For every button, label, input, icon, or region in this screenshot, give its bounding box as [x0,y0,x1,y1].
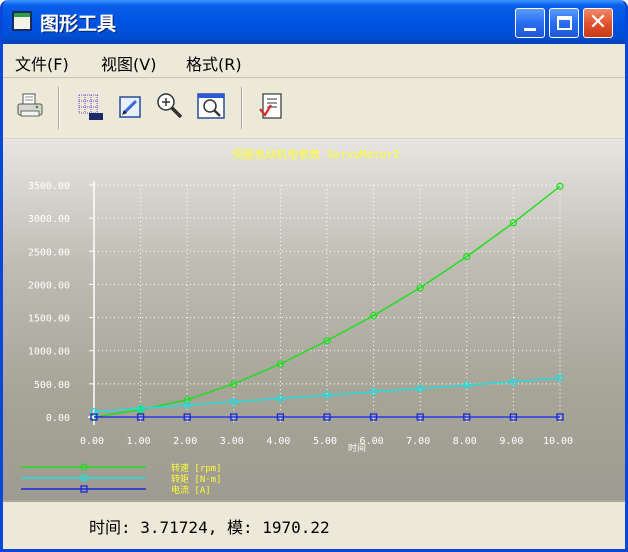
x-tick-label: 7.00 [406,436,430,447]
zoom-window-button[interactable] [196,91,226,123]
x-tick-label: 10.00 [543,436,573,447]
y-tick-label: 1000.00 [28,347,70,358]
window-title: 图形工具 [40,13,117,35]
x-tick-label: 1.00 [127,436,151,447]
chart-area[interactable]: 0.00 1.00 2.00 3.00 4.00 5.00 6.00 7.00 8.00 9.00… [3,140,625,500]
y-tick-label: 3000.00 [28,214,70,225]
x-axis-label: 时间 [348,442,366,454]
y-tick-label: 2500.00 [28,247,70,258]
status-bar: 时间: 3.71724, 模: 1970.22 [3,500,625,549]
minimize-icon [524,28,536,31]
menu-view[interactable]: 视图(V) [101,51,156,75]
x-tick-label: 8.00 [453,436,477,447]
y-tick-label: 500.00 [34,380,70,391]
y-tick-label: 3500.00 [28,181,70,192]
legend-label: 转矩 [N·m] [171,473,222,485]
x-tick-label: 5.00 [313,436,337,447]
toolbar-separator [58,87,60,129]
toolbar-separator [241,87,243,129]
grid-button[interactable] [75,91,105,123]
app-icon [12,11,32,31]
status-text: 时间: 3.71724, 模: 1970.22 [89,518,330,537]
menu-format[interactable]: 格式(R) [186,51,242,75]
x-tick-label: 4.00 [266,436,290,447]
legend-label: 电流 [A] [171,484,211,496]
x-tick-label: 2.00 [173,436,197,447]
graph-tool-window: 图形工具 ✕ 文件(F) 视图(V) 格式(R) 0.00 1.00 2.00 … [0,0,628,552]
x-tick-label: 9.00 [499,436,523,447]
y-tick-label: 1500.00 [28,314,70,325]
grid-icon [78,94,103,120]
edit-button[interactable] [116,91,146,123]
y-tick-label: 0.00 [46,413,70,424]
series-line-1 [93,377,561,413]
magnifier-plus-icon [157,93,183,119]
magnifier-window-icon [197,93,225,119]
document-check-icon [259,93,282,119]
menu-bar: 文件(F) 视图(V) 格式(R) [3,44,625,78]
printer-icon [17,93,43,117]
line-chart: 0.00 1.00 2.00 3.00 4.00 5.00 6.00 7.00 8.00 9.00… [21,147,573,496]
maximize-button[interactable] [549,8,579,38]
x-tick-label: 3.00 [220,436,244,447]
close-icon: ✕ [588,10,608,35]
menu-file[interactable]: 文件(F) [15,51,69,75]
pencil-icon [119,96,141,118]
close-button[interactable]: ✕ [583,8,613,38]
zoom-in-button[interactable] [155,91,185,123]
chart-title: 伺服电动机电参数 ServoMotor2 [232,147,399,161]
export-button[interactable] [257,91,287,123]
minimize-button[interactable] [515,8,545,38]
x-tick-label: 0.00 [80,436,104,447]
maximize-icon [557,16,572,30]
title-bar[interactable]: 图形工具 ✕ [3,0,625,44]
y-tick-label: 2000.00 [28,280,70,291]
print-button[interactable] [15,91,45,123]
legend-label: 转速 [rpm] [171,462,222,474]
toolbar [3,79,625,139]
